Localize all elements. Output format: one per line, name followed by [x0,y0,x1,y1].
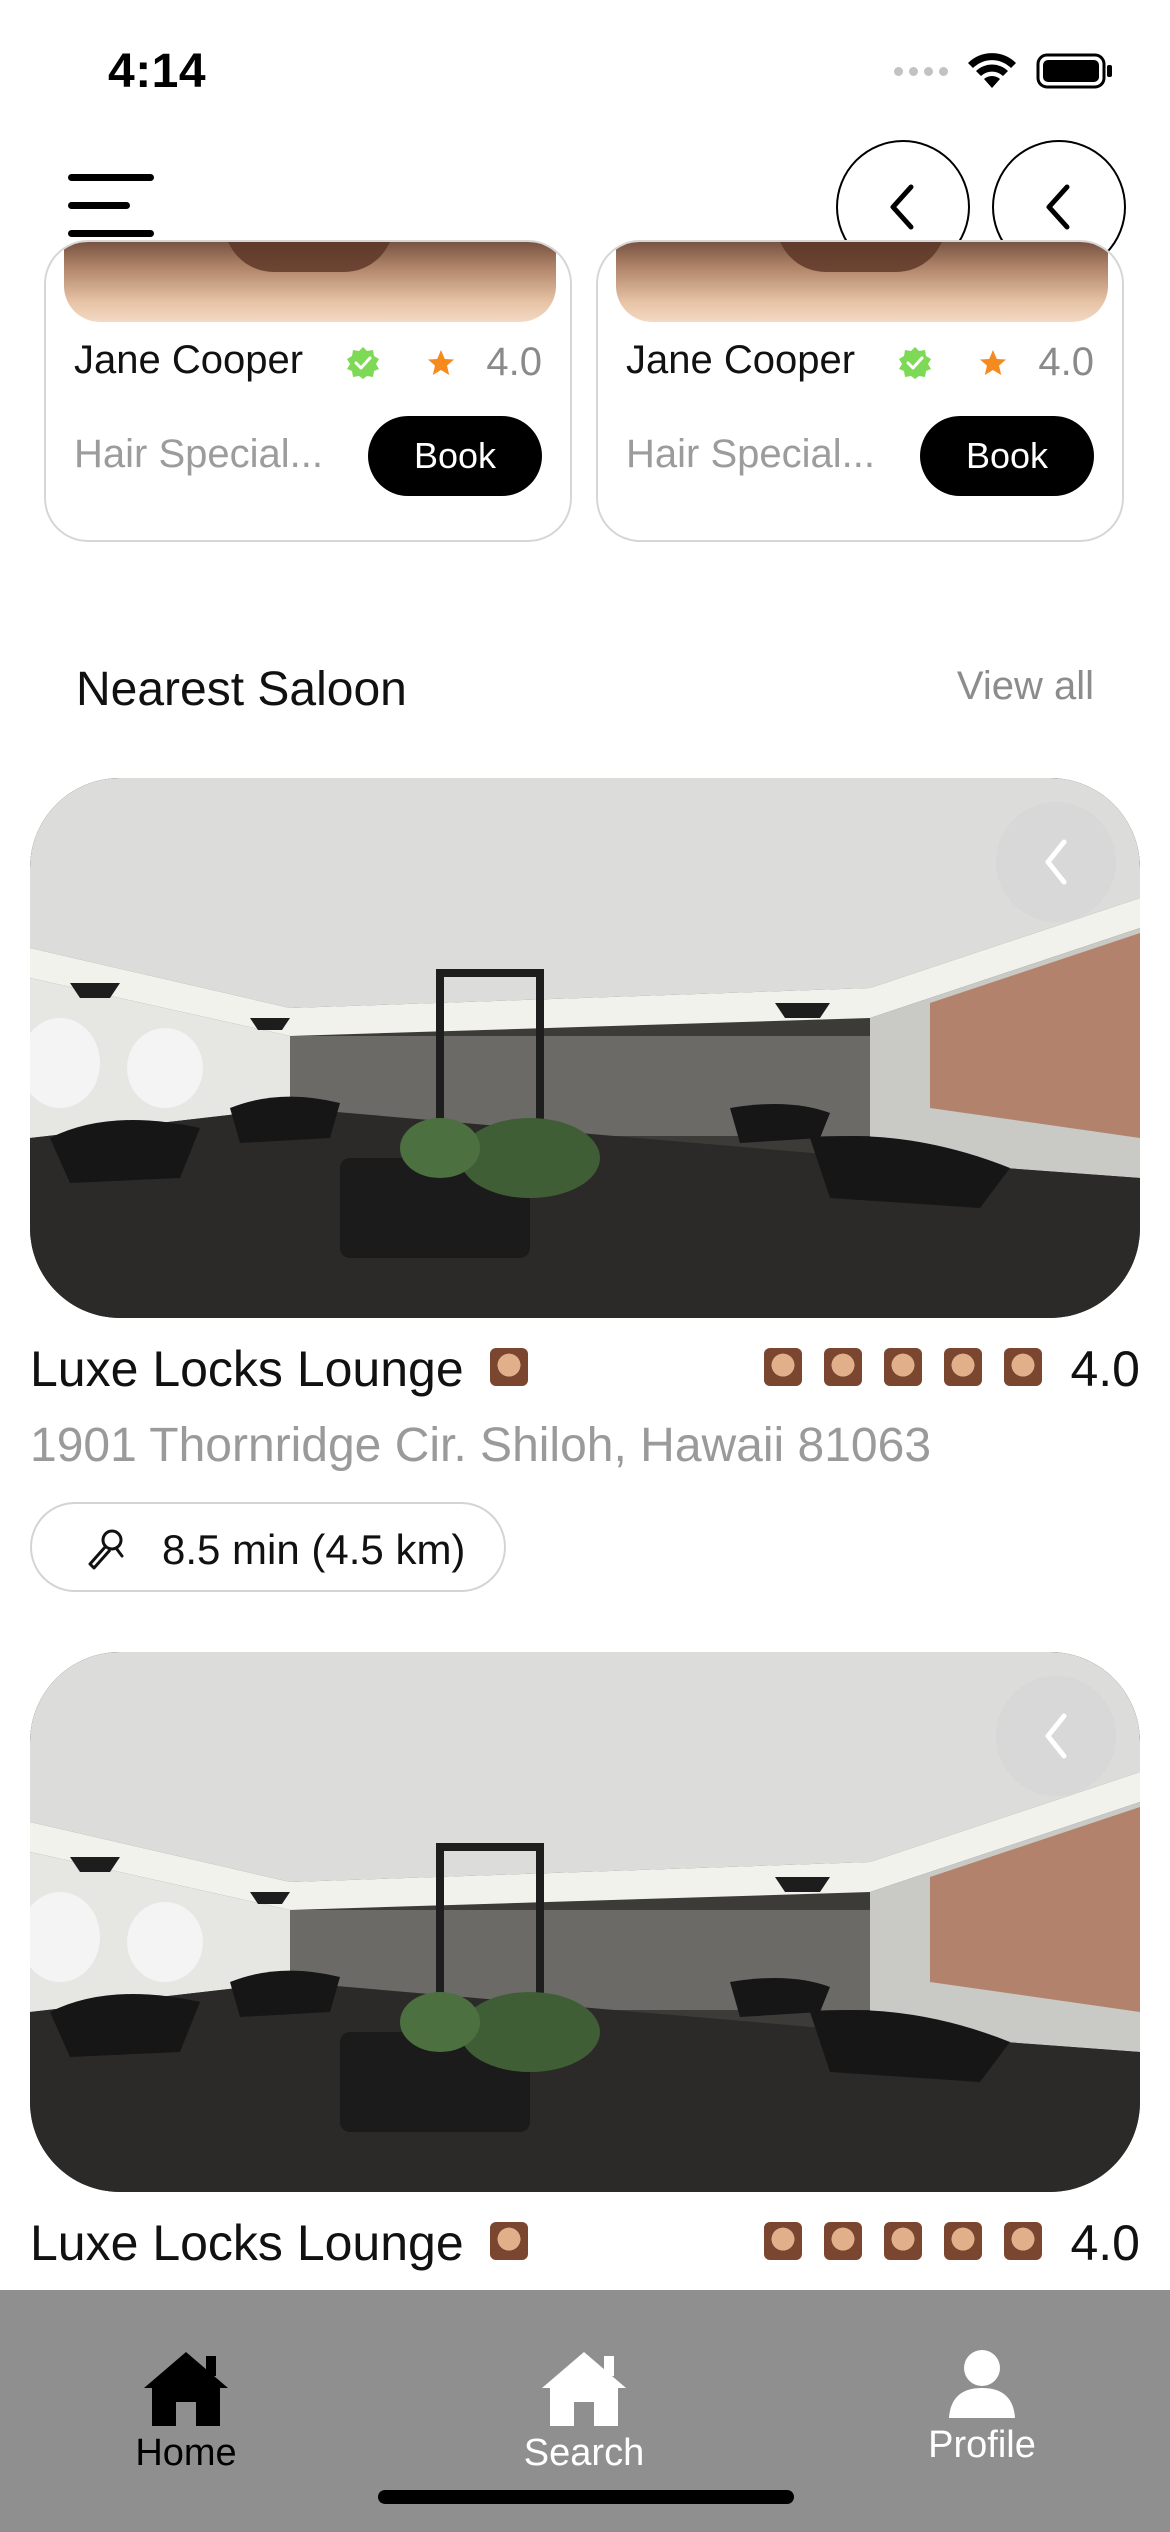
battery-icon [1036,53,1112,89]
specialist-card[interactable]: Jane Cooper 4.0 Hair Special... Book [596,240,1124,542]
hamburger-menu-icon [68,174,154,181]
rating-star-icon [824,1348,862,1386]
home-icon [144,2352,228,2426]
specialist-rating: 4.0 [486,340,542,384]
rating-star-icon [1004,1348,1042,1386]
view-all-link[interactable]: View all [957,664,1094,709]
specialist-name: Jane Cooper [74,338,304,382]
chevron-left-icon [1045,839,1067,885]
rating-star-icon [764,1348,802,1386]
distance-chip: 8.5 min (4.5 km) [30,1502,506,1592]
salon-emoji-icon [490,1348,528,1386]
cellular-signal-icon [894,66,948,76]
salon-emoji-icon [490,2222,528,2260]
specialist-role: Hair Special... [74,432,323,476]
salon-interior-image [30,1652,1140,2192]
home-indicator [378,2490,794,2504]
status-time: 4:14 [108,45,207,98]
verified-badge-icon [347,347,379,379]
salon-interior-image [30,778,1140,1318]
chevron-left-icon [890,184,914,230]
favorite-button[interactable] [996,802,1116,922]
specialist-photo [616,242,1108,322]
salon-name: Luxe Locks Lounge [30,2215,464,2271]
tab-home-label: Home [135,2432,237,2474]
tab-search[interactable]: Search [484,2348,684,2475]
tab-home[interactable]: Home [86,2348,286,2475]
status-bar: 4:14 [0,0,1170,140]
distance-text: 8.5 min (4.5 km) [162,1526,466,1573]
menu-button[interactable] [66,174,156,238]
star-icon [980,350,1006,375]
salon-name: Luxe Locks Lounge [30,1341,464,1397]
verified-badge-icon [899,347,931,379]
rating-star-icon [764,2222,802,2260]
specialist-name: Jane Cooper [626,338,856,382]
book-button[interactable]: Book [920,416,1094,496]
hair-dryer-icon [88,1529,124,1570]
rating-star-icon [884,1348,922,1386]
book-button[interactable]: Book [368,416,542,496]
salon-address: 1901 Thornridge Cir. Shiloh, Hawaii 8106… [30,1419,932,1472]
chevron-left-icon [1046,184,1070,230]
section-title: Nearest Saloon [76,663,407,716]
specialist-photo [64,242,556,322]
wifi-icon [968,53,1016,88]
salon-rating-stars [764,2222,1042,2260]
specialist-rating: 4.0 [1038,340,1094,384]
chevron-left-icon [1045,1713,1067,1759]
rating-star-icon [944,1348,982,1386]
specialist-card[interactable]: Jane Cooper 4.0 Hair Special... Book [44,240,572,542]
home-icon [542,2352,626,2426]
tab-profile[interactable]: Profile [882,2348,1082,2467]
salon-image[interactable] [30,778,1140,1318]
star-icon [428,350,454,375]
tab-profile-label: Profile [928,2424,1036,2466]
specialist-role: Hair Special... [626,432,875,476]
rating-star-icon [944,2222,982,2260]
person-icon [949,2350,1015,2418]
tab-search-label: Search [523,2432,645,2474]
rating-star-icon [1004,2222,1042,2260]
salon-rating: 4.0 [1070,2215,1140,2271]
salon-rating: 4.0 [1070,1341,1140,1397]
favorite-button[interactable] [996,1676,1116,1796]
rating-star-icon [824,2222,862,2260]
salon-image[interactable] [30,1652,1140,2192]
status-icons [894,52,1114,90]
salon-rating-stars [764,1348,1042,1386]
rating-star-icon [884,2222,922,2260]
